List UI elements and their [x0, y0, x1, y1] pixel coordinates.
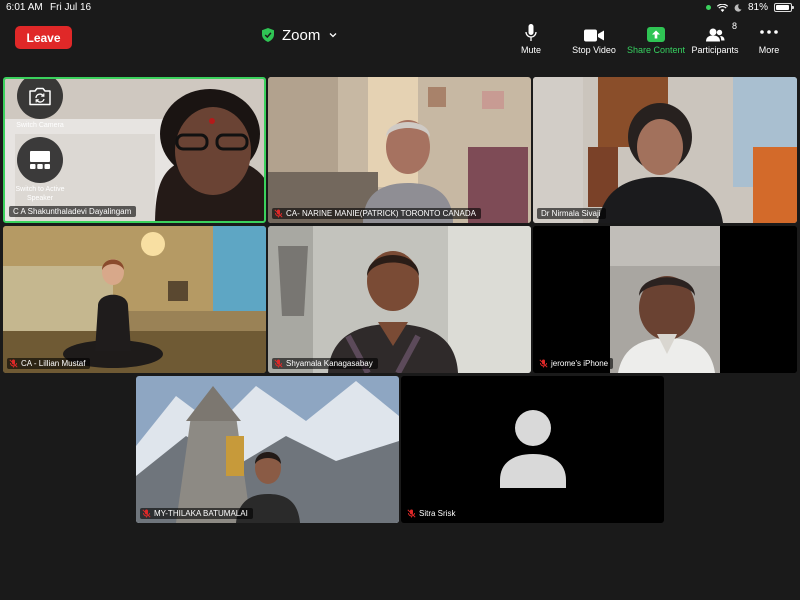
stop-video-label: Stop Video — [572, 45, 616, 55]
moon-icon — [734, 3, 742, 12]
meeting-title: Zoom — [282, 26, 321, 44]
participant-name: Shyamala Kanagasabay — [286, 359, 373, 368]
video-camera-icon — [584, 29, 604, 42]
participants-icon — [706, 28, 725, 42]
active-speaker-view-icon — [30, 151, 50, 169]
muted-microphone-icon — [274, 359, 283, 368]
muted-microphone-icon — [539, 359, 548, 368]
muted-microphone-icon — [9, 359, 18, 368]
share-content-button[interactable]: Share Content — [626, 22, 686, 55]
participant-name-tag: jerome's iPhone — [537, 358, 614, 369]
more-label: More — [758, 45, 780, 55]
more-dots-icon — [760, 30, 778, 34]
participants-count: 8 — [731, 21, 737, 31]
participant-video — [3, 226, 266, 373]
participant-video — [268, 77, 531, 223]
participant-name: MY-THILAKA BATUMALAI — [154, 509, 248, 518]
shield-check-icon — [262, 28, 274, 42]
meeting-title-dropdown[interactable]: Zoom — [262, 25, 338, 45]
microphone-icon — [525, 24, 537, 41]
video-tile[interactable]: Dr Nirmala Sivaji — [533, 77, 797, 223]
participant-video — [268, 226, 531, 373]
video-tile[interactable]: MY-THILAKA BATUMALAI — [136, 376, 399, 523]
status-right: 81% — [705, 2, 794, 13]
video-tile[interactable]: CA - Lillian Mustaf — [3, 226, 266, 373]
battery-percentage: 81% — [747, 2, 768, 13]
participant-video — [136, 376, 399, 523]
participant-name-tag: CA- NARINE MANIE(PATRICK) TORONTO CANADA — [272, 208, 481, 219]
video-tile[interactable]: CA- NARINE MANIE(PATRICK) TORONTO CANADA — [268, 77, 531, 223]
participant-name: Sitra Srisk — [419, 509, 456, 518]
status-date: Fri Jul 16 — [50, 2, 92, 13]
mute-button[interactable]: Mute — [516, 22, 546, 55]
chevron-down-icon — [329, 33, 337, 38]
battery-level-fill — [776, 5, 789, 10]
status-time: 6:01 AM — [6, 2, 43, 13]
muted-microphone-icon — [407, 509, 416, 518]
share-arrow-icon — [647, 27, 665, 42]
muted-microphone-icon — [142, 509, 151, 518]
participant-video — [533, 77, 797, 223]
participant-name: Dr Nirmala Sivaji — [541, 209, 601, 218]
switch-camera-label: Switch Camera — [16, 122, 64, 129]
wifi-icon — [716, 3, 728, 12]
video-tile[interactable]: Shyamala Kanagasabay — [268, 226, 531, 373]
participant-name: C A Shakunthaladevi Dayalingam — [13, 207, 132, 216]
mic-in-use-indicator-icon — [705, 5, 711, 10]
video-tile[interactable]: Switch Camera Switch to Active Speaker C… — [3, 77, 266, 223]
participant-name: CA- NARINE MANIE(PATRICK) TORONTO CANADA — [286, 209, 476, 218]
muted-microphone-icon — [274, 209, 283, 218]
participant-name-tag: Dr Nirmala Sivaji — [537, 208, 606, 219]
camera-switch-icon — [29, 87, 51, 105]
participant-name-tag: C A Shakunthaladevi Dayalingam — [9, 206, 137, 217]
participant-name-tag: Shyamala Kanagasabay — [272, 358, 378, 369]
video-tile[interactable]: jerome's iPhone — [533, 226, 797, 373]
more-button[interactable]: More — [754, 22, 784, 55]
participants-label: Participants — [691, 45, 739, 55]
leave-button[interactable]: Leave — [15, 26, 72, 49]
switch-active-speaker-label: Switch to Active Speaker — [15, 186, 65, 202]
battery-icon — [774, 3, 794, 12]
share-content-label: Share Content — [626, 45, 686, 55]
participant-name: CA - Lillian Mustaf — [21, 359, 86, 368]
participant-name-tag: MY-THILAKA BATUMALAI — [140, 508, 253, 519]
mute-label: Mute — [520, 45, 541, 55]
status-bar: 6:01 AM Fri Jul 16 81% — [0, 0, 800, 16]
stop-video-button[interactable]: Stop Video — [568, 22, 620, 55]
participant-name-tag: CA - Lillian Mustaf — [7, 358, 91, 369]
switch-active-speaker-button[interactable] — [17, 137, 63, 183]
user-avatar-icon — [500, 410, 566, 488]
participant-name: jerome's iPhone — [551, 359, 609, 368]
video-tile[interactable]: Sitra Srisk — [401, 376, 664, 523]
participant-video — [533, 226, 797, 373]
participants-button[interactable]: Participants 8 — [689, 21, 741, 55]
participant-name-tag: Sitra Srisk — [405, 508, 461, 519]
